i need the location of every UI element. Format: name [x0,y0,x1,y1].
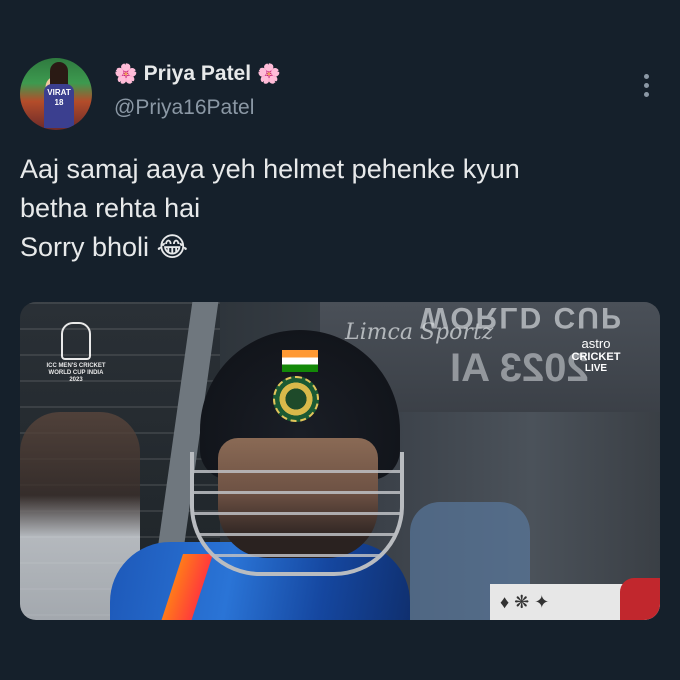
broadcaster-line: CRICKET [571,351,621,363]
display-name-row[interactable]: 🌸 Priya Patel 🌸 [114,62,281,86]
trophy-icon [61,322,91,360]
broadcaster-line: LIVE [584,363,608,374]
red-corner [620,578,660,620]
user-handle[interactable]: @Priya16Patel [114,96,254,120]
helmet-grille [190,452,404,576]
broadcaster-line: astro [581,336,611,351]
bcci-badge-icon [273,376,319,422]
tweet: VIRAT 18 🌸 Priya Patel 🌸 @Priya16Patel A… [0,0,680,680]
more-vertical-icon[interactable] [644,74,650,97]
avatar-jersey: VIRAT 18 [44,84,74,128]
world-cup-logo-text: ICC MEN'S CRICKET WORLD CUP INDIA 2023 [46,363,106,383]
avatar[interactable]: VIRAT 18 [20,58,92,130]
flower-emoji-icon: 🌸 [257,63,281,85]
tweet-text-line: Sorry bholi 😂 [20,232,189,262]
world-cup-logo: ICC MEN'S CRICKET WORLD CUP INDIA 2023 [46,322,106,384]
tweet-text: Aaj samaj aaya yeh helmet pehenke kyun b… [20,150,660,267]
tweet-text-line: Aaj samaj aaya yeh helmet pehenke kyun [20,154,520,184]
tweet-text-line: betha rehta hai [20,193,201,223]
tweet-media-image[interactable]: WORLD CUP Limca Sportz 2023 AI ♦ ❋ ✦ ICC… [20,302,660,620]
broadcaster-logo: astro CRICKET LIVE [564,336,628,374]
display-name[interactable]: Priya Patel [144,62,251,86]
india-flag-icon [282,350,318,372]
flower-emoji-icon: 🌸 [114,63,138,85]
sponsor-sign: Limca Sportz [345,320,494,345]
